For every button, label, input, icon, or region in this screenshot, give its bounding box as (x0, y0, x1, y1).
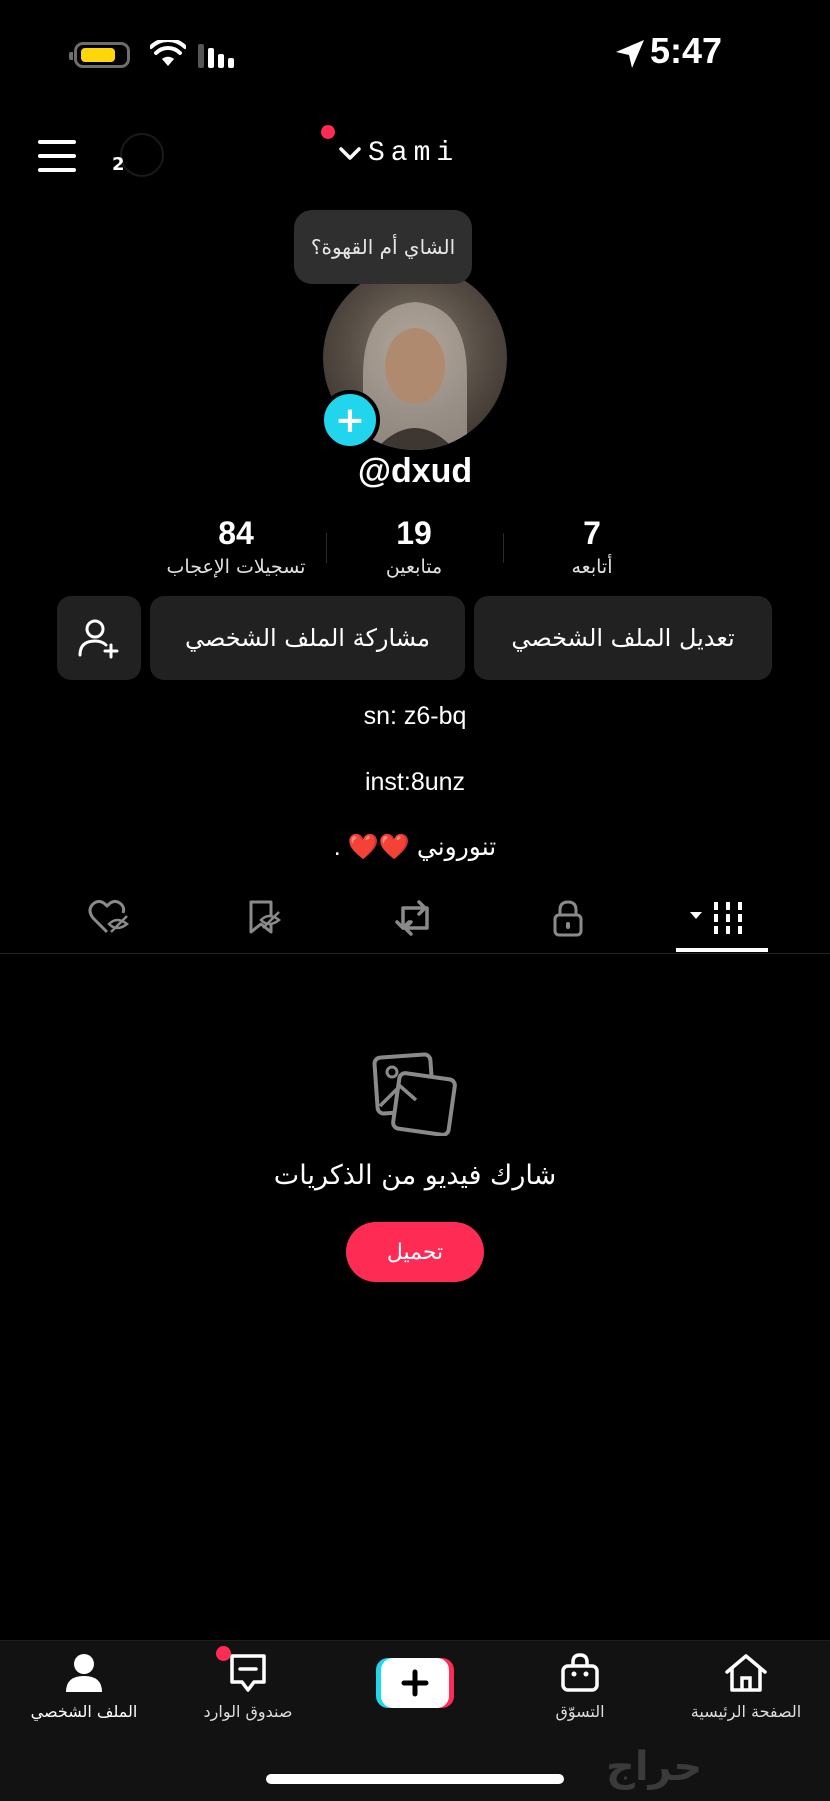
nav-shop-label: التسوّق (555, 1702, 605, 1721)
signal-icon (198, 44, 234, 68)
add-user-icon (78, 619, 119, 659)
tab-liked[interactable] (64, 893, 154, 943)
likes-label: تسجيلات الإعجاب (166, 556, 306, 578)
add-story-button[interactable]: + (320, 390, 380, 450)
active-tab-indicator (676, 948, 768, 952)
empty-state-text: شارك فيديو من الذكريات (273, 1160, 557, 1191)
notification-count: 2 (112, 154, 125, 175)
notification-ring[interactable] (120, 133, 164, 177)
photo-memories-icon (372, 1052, 457, 1136)
location-arrow-icon (616, 40, 644, 68)
liked-hidden-icon (88, 899, 130, 934)
bio-line: inst:8unz (364, 768, 466, 796)
clock: 5:47 (650, 30, 723, 71)
menu-icon[interactable] (38, 140, 76, 172)
account-switcher[interactable]: Sami (338, 138, 459, 169)
repost-icon (395, 900, 429, 936)
account-name: Sami (368, 138, 460, 169)
shopping-bag-icon (561, 1653, 599, 1692)
likes-count: 84 (218, 515, 254, 551)
lock-icon (553, 900, 583, 937)
add-friend-button[interactable] (57, 596, 141, 680)
profile-icon (66, 1654, 102, 1692)
nav-inbox-label: صندوق الوارد (203, 1702, 293, 1721)
create-button[interactable] (376, 1658, 454, 1708)
stat-followers[interactable]: 19 متابعين (314, 515, 514, 578)
followers-count: 19 (396, 515, 432, 551)
following-count: 7 (583, 515, 601, 551)
nav-profile-label: الملف الشخصي (30, 1702, 138, 1721)
favorites-hidden-icon (249, 900, 282, 934)
bio-line: sn: z6-bq (363, 702, 467, 730)
watermark-logo: حراج (606, 1744, 703, 1790)
nav-profile[interactable]: الملف الشخصي (4, 1652, 164, 1721)
status-bar: 5:47 (0, 0, 830, 110)
inbox-icon (230, 1654, 266, 1692)
battery-icon (69, 42, 130, 68)
home-indicator[interactable] (266, 1774, 564, 1784)
stat-following[interactable]: 7 أتابعه (492, 515, 692, 578)
videos-grid-icon (690, 902, 742, 934)
edit-profile-button[interactable]: تعديل الملف الشخصي (474, 596, 772, 680)
home-icon (725, 1654, 767, 1692)
following-label: أتابعه (571, 556, 613, 578)
share-profile-button[interactable]: مشاركة الملف الشخصي (150, 596, 465, 680)
nav-home[interactable]: الصفحة الرئيسية (666, 1652, 826, 1721)
chevron-down-icon (339, 146, 361, 160)
tab-reposts[interactable] (370, 893, 460, 943)
note-bubble[interactable]: الشاي أم القهوة؟ (294, 210, 472, 284)
tab-videos[interactable] (676, 893, 766, 943)
tab-favorites[interactable] (218, 893, 308, 943)
nav-home-label: الصفحة الرئيسية (690, 1702, 802, 1721)
plus-icon (376, 1658, 454, 1708)
tab-private[interactable] (523, 893, 613, 943)
wifi-icon (150, 40, 186, 66)
inbox-notification-dot (216, 1646, 231, 1661)
nav-shop[interactable]: التسوّق (500, 1652, 660, 1721)
notification-dot (321, 125, 335, 139)
stat-likes[interactable]: 84 تسجيلات الإعجاب (136, 515, 336, 578)
upload-button[interactable]: تحميل (346, 1222, 484, 1282)
username: @dxud (357, 452, 473, 490)
bio-line: تنوروني ❤️❤️ . (333, 833, 497, 861)
followers-label: متابعين (385, 556, 443, 578)
nav-inbox[interactable]: صندوق الوارد (168, 1652, 328, 1721)
tabs-divider (0, 953, 830, 954)
